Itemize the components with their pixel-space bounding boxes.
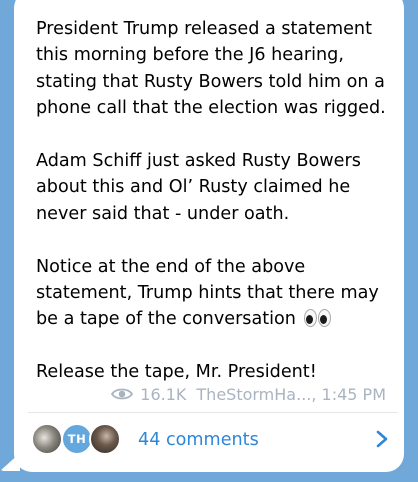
message-paragraph-3: Notice at the end of the above statement… — [36, 254, 396, 333]
message-line: this morning before the J6 hearing, — [36, 45, 344, 66]
message-line: statement, Trump hints that there may — [36, 283, 379, 304]
message-line: never said that - under oath. — [36, 203, 290, 224]
message-paragraph-4: Release the tape, Mr. President! — [36, 359, 396, 385]
chevron-right-icon[interactable] — [376, 430, 388, 448]
message-paragraph-2: Adam Schiff just asked Rusty Bowers abou… — [36, 148, 396, 227]
message-line-text: be a tape of the conversation — [36, 309, 296, 330]
eyes-emoji-icon — [303, 309, 332, 328]
message-line: about this and Ol’ Rusty claimed he — [36, 177, 351, 198]
message-line-with-emoji: be a tape of the conversation — [36, 306, 396, 332]
message-line: President Trump released a statement — [36, 19, 372, 39]
author-time: TheStormHa..., 1:45 PM — [196, 384, 386, 404]
message-meta: 16.1K TheStormHa..., 1:45 PM — [111, 383, 386, 405]
message-line: stating that Rusty Bowers told him on a — [36, 71, 385, 92]
avatar — [89, 423, 121, 455]
divider — [28, 412, 398, 413]
comments-count-link[interactable]: 44 comments — [138, 428, 259, 452]
message-paragraph-1: President Trump released a statement thi… — [36, 16, 396, 122]
comments-button[interactable]: TH 44 comments — [28, 420, 398, 460]
message-line: Adam Schiff just asked Rusty Bowers — [36, 151, 361, 172]
message-text: President Trump released a statement thi… — [36, 16, 396, 386]
bubble-tail — [0, 453, 20, 471]
avatar — [31, 423, 63, 455]
message-line: phone call that the election was rigged. — [36, 98, 386, 119]
message-line: Release the tape, Mr. President! — [36, 362, 317, 383]
view-count: 16.1K — [140, 384, 187, 404]
message-line: Notice at the end of the above — [36, 256, 306, 277]
eye-icon — [111, 388, 134, 400]
